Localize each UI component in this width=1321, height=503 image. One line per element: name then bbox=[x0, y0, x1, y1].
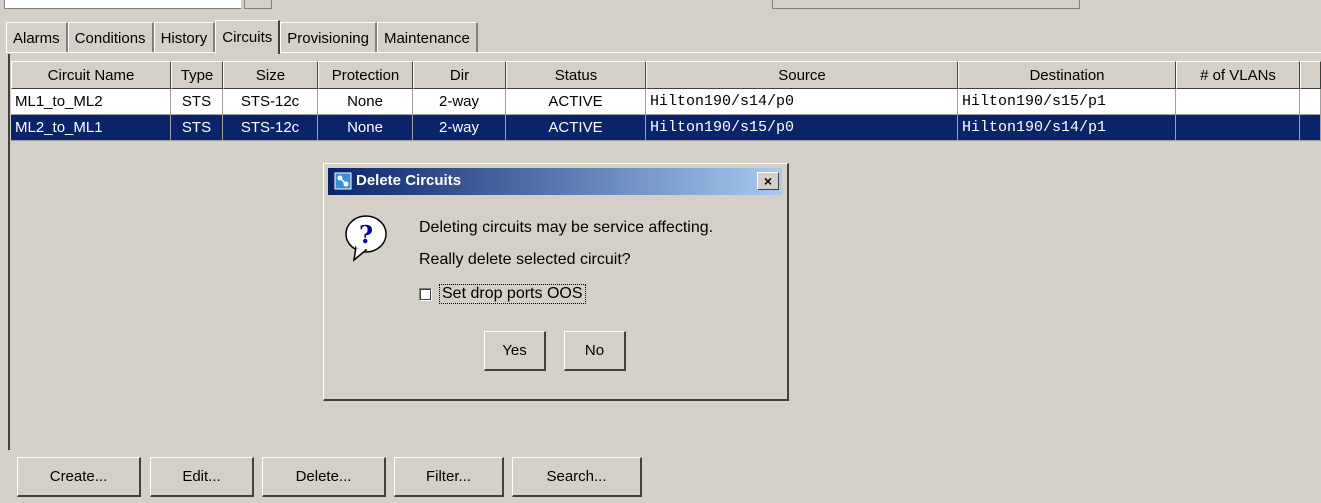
top-input-field[interactable] bbox=[4, 0, 241, 9]
cell-circuit-name: ML2_to_ML1 bbox=[11, 115, 171, 141]
cell-dir: 2-way bbox=[413, 89, 506, 115]
tab-provisioning[interactable]: Provisioning bbox=[280, 22, 377, 53]
cell-protection: None bbox=[318, 89, 413, 115]
search-button[interactable]: Search... bbox=[512, 457, 642, 497]
dialog-title-bar[interactable]: Delete Circuits × bbox=[328, 168, 782, 195]
tab-alarms[interactable]: Alarms bbox=[6, 22, 68, 53]
circuit-app-icon bbox=[334, 172, 352, 194]
delete-button[interactable]: Delete... bbox=[262, 457, 386, 497]
filter-button[interactable]: Filter... bbox=[394, 457, 504, 497]
tab-history[interactable]: History bbox=[153, 22, 216, 53]
cell-filler bbox=[1300, 89, 1321, 115]
table-row-selected[interactable]: ML2_to_ML1 STS STS-12c None 2-way ACTIVE… bbox=[11, 115, 1321, 141]
top-toolbar-strip bbox=[0, 0, 1321, 14]
cell-destination: Hilton190/s15/p1 bbox=[958, 89, 1176, 115]
column-header-filler bbox=[1300, 61, 1321, 89]
cell-status: ACTIVE bbox=[506, 89, 646, 115]
drop-ports-checkbox-row: Set drop ports OOS bbox=[419, 284, 586, 304]
column-header-circuit-name[interactable]: Circuit Name bbox=[11, 61, 171, 89]
question-icon: ? bbox=[342, 212, 390, 268]
cell-source: Hilton190/s14/p0 bbox=[646, 89, 958, 115]
column-header-type[interactable]: Type bbox=[171, 61, 223, 89]
cell-type: STS bbox=[171, 89, 223, 115]
tab-maintenance[interactable]: Maintenance bbox=[376, 22, 478, 53]
column-header-destination[interactable]: Destination bbox=[958, 61, 1176, 89]
column-header-protection[interactable]: Protection bbox=[318, 61, 413, 89]
column-header-status[interactable]: Status bbox=[506, 61, 646, 89]
cell-destination: Hilton190/s14/p1 bbox=[958, 115, 1176, 141]
column-header-dir[interactable]: Dir bbox=[413, 61, 506, 89]
column-header-size[interactable]: Size bbox=[223, 61, 318, 89]
drop-ports-checkbox-label[interactable]: Set drop ports OOS bbox=[439, 284, 586, 304]
cell-size: STS-12c bbox=[223, 89, 318, 115]
cell-source: Hilton190/s15/p0 bbox=[646, 115, 958, 141]
tab-circuits[interactable]: Circuits bbox=[215, 20, 281, 54]
dialog-message-line2: Really delete selected circuit? bbox=[419, 251, 631, 268]
close-button[interactable]: × bbox=[757, 172, 779, 190]
no-button[interactable]: No bbox=[564, 331, 626, 371]
drop-ports-checkbox[interactable] bbox=[419, 287, 432, 301]
yes-button[interactable]: Yes bbox=[484, 331, 546, 371]
top-dropdown-button[interactable] bbox=[244, 0, 272, 9]
cell-size: STS-12c bbox=[223, 115, 318, 141]
edit-button[interactable]: Edit... bbox=[150, 457, 254, 497]
cell-vlans bbox=[1176, 89, 1300, 115]
table-row[interactable]: ML1_to_ML2 STS STS-12c None 2-way ACTIVE… bbox=[11, 89, 1321, 115]
cell-dir: 2-way bbox=[413, 115, 506, 141]
cell-type: STS bbox=[171, 115, 223, 141]
cell-protection: None bbox=[318, 115, 413, 141]
dialog-title: Delete Circuits bbox=[356, 172, 462, 189]
delete-circuits-dialog: Delete Circuits × ? Deleting circuits ma… bbox=[323, 163, 789, 401]
dialog-message-line1: Deleting circuits may be service affecti… bbox=[419, 219, 714, 236]
tab-divider bbox=[6, 52, 1321, 53]
tab-conditions[interactable]: Conditions bbox=[67, 22, 154, 53]
cell-vlans bbox=[1176, 115, 1300, 141]
top-status-field bbox=[772, 0, 1080, 9]
cell-status: ACTIVE bbox=[506, 115, 646, 141]
cell-filler bbox=[1300, 115, 1321, 141]
cell-circuit-name: ML1_to_ML2 bbox=[11, 89, 171, 115]
tab-bar: Alarms Conditions History Circuits Provi… bbox=[6, 20, 478, 54]
column-header-source[interactable]: Source bbox=[646, 61, 958, 89]
svg-text:?: ? bbox=[359, 220, 373, 249]
create-button[interactable]: Create... bbox=[17, 457, 141, 497]
column-header-vlans[interactable]: # of VLANs bbox=[1176, 61, 1300, 89]
